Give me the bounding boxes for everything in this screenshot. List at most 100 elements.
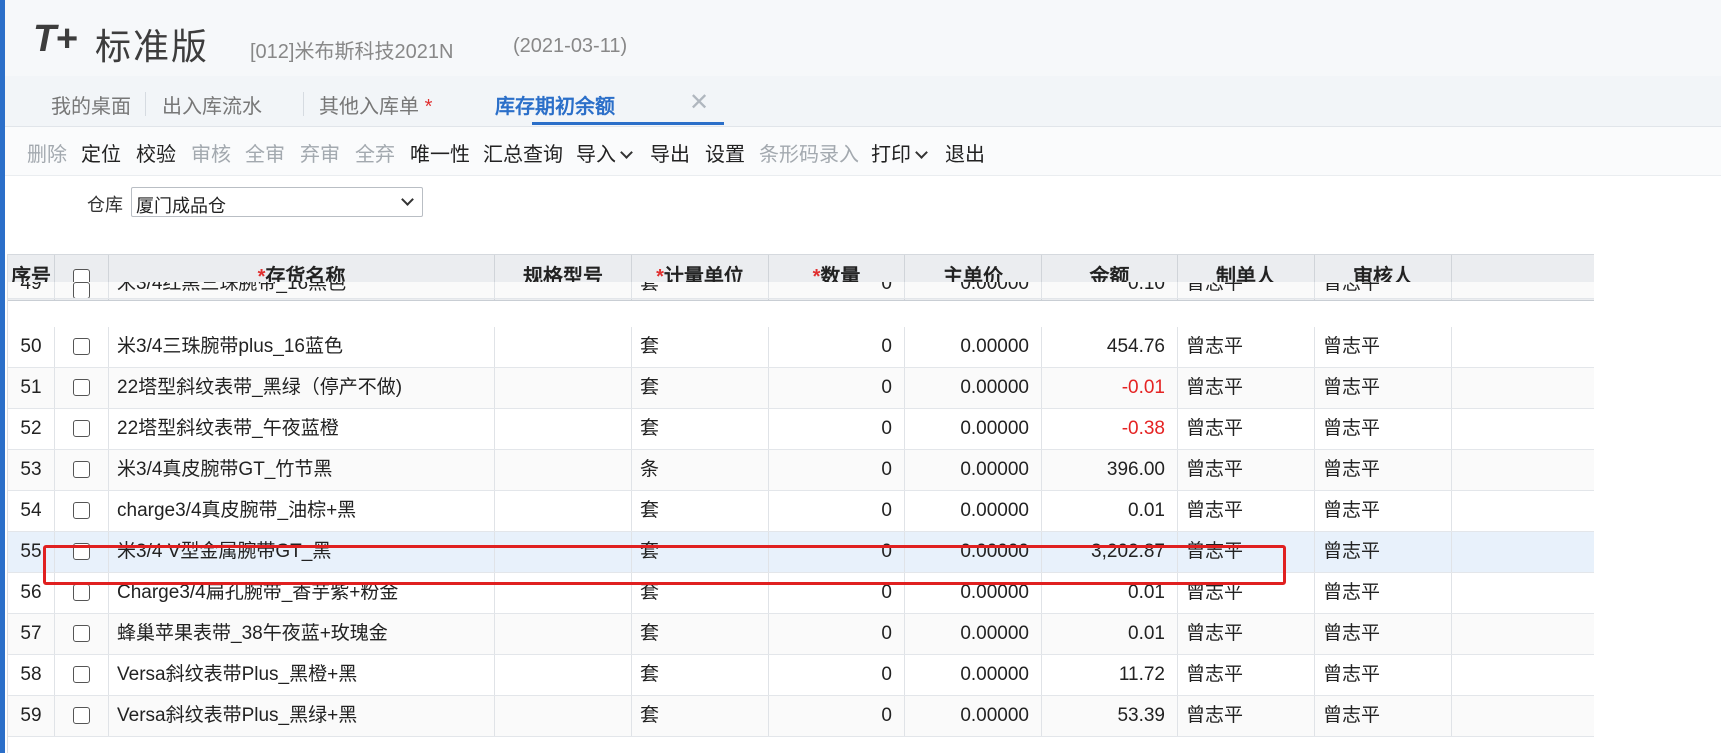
cell-qty[interactable]: 0 [769, 282, 905, 298]
cell-unit[interactable]: 套 [632, 614, 769, 654]
table-row[interactable]: 55 米3/4 V型金属腕带GT_黑套 0 0.00000 3,202.87 曾志平 曾志平 [8, 532, 1594, 573]
validate-button[interactable]: 校验 [136, 138, 176, 167]
print-button[interactable]: 打印 [871, 138, 928, 167]
tab-opening-balance[interactable]: 库存期初余额 [495, 90, 615, 119]
table-row[interactable]: 50 米3/4三珠腕带plus_16蓝色套 0 0.00000 454.76 曾志平 曾志平 [8, 327, 1594, 368]
cell-unit[interactable]: 套 [632, 532, 769, 572]
tab-other-inbound[interactable]: 其他入库单 * [319, 90, 432, 119]
cell-qty[interactable]: 0 [769, 573, 905, 613]
cell-maker[interactable]: 曾志平 [1178, 614, 1315, 654]
cell-item-name[interactable]: 米3/4红黑三珠腕带_16黑色 [109, 282, 495, 298]
cell-amount[interactable]: 0.01 [1042, 573, 1178, 613]
cell-unit-price[interactable]: 0.00000 [905, 409, 1042, 449]
cell-spec[interactable] [495, 282, 632, 298]
cell-unit[interactable]: 套 [632, 655, 769, 695]
cell-auditor[interactable]: 曾志平 [1315, 450, 1452, 490]
cell-no[interactable]: 52 [8, 409, 55, 449]
cell-spec[interactable] [495, 655, 632, 695]
audit-button[interactable]: 审核 [191, 138, 231, 167]
cell-unit-price[interactable]: 0.00000 [905, 573, 1042, 613]
cell-unit-price[interactable]: 0.00000 [905, 614, 1042, 654]
cell-maker[interactable]: 曾志平 [1178, 409, 1315, 449]
cell-no[interactable]: 55 [8, 532, 55, 572]
cell-qty[interactable]: 0 [769, 614, 905, 654]
summary-query-button[interactable]: 汇总查询 [483, 138, 563, 167]
cell-amount[interactable]: 454.76 [1042, 327, 1178, 367]
unaudit-all-button[interactable]: 全弃 [355, 138, 395, 167]
cell-spec[interactable] [495, 614, 632, 654]
cell-unit[interactable]: 条 [632, 450, 769, 490]
cell-unit-price[interactable]: 0.00000 [905, 491, 1042, 531]
cell-qty[interactable]: 0 [769, 327, 905, 367]
audit-all-button[interactable]: 全审 [245, 138, 285, 167]
cell-item-name[interactable]: Versa斜纹表带Plus_黑绿+黑 [109, 696, 495, 736]
cell-item-name[interactable]: 22塔型斜纹表带_午夜蓝橙 [109, 409, 495, 449]
row-checkbox[interactable] [73, 379, 90, 397]
row-checkbox[interactable] [73, 707, 90, 725]
cell-spec[interactable] [495, 327, 632, 367]
cell-maker[interactable]: 曾志平 [1178, 655, 1315, 695]
cell-maker[interactable]: 曾志平 [1178, 573, 1315, 613]
tab-my-desktop[interactable]: 我的桌面 [51, 90, 131, 119]
cell-no[interactable]: 54 [8, 491, 55, 531]
cell-no[interactable]: 57 [8, 614, 55, 654]
cell-spec[interactable] [495, 573, 632, 613]
import-button[interactable]: 导入 [576, 138, 633, 167]
cell-spec[interactable] [495, 368, 632, 408]
cell-no[interactable]: 51 [8, 368, 55, 408]
cell-spec[interactable] [495, 450, 632, 490]
cell-amount[interactable]: 0.01 [1042, 491, 1178, 531]
cell-no[interactable]: 58 [8, 655, 55, 695]
cell-spec[interactable] [495, 409, 632, 449]
cell-amount[interactable]: -0.38 [1042, 409, 1178, 449]
row-checkbox[interactable] [73, 461, 90, 479]
delete-button[interactable]: 删除 [27, 138, 67, 167]
cell-auditor[interactable]: 曾志平 [1315, 532, 1452, 572]
cell-maker[interactable]: 曾志平 [1178, 696, 1315, 736]
cell-unit-price[interactable]: 0.00000 [905, 532, 1042, 572]
cell-no[interactable]: 49 [8, 282, 55, 298]
cell-no[interactable]: 50 [8, 327, 55, 367]
cell-unit[interactable]: 套 [632, 573, 769, 613]
cell-item-name[interactable]: Charge3/4扁孔腕带_香芋紫+粉金 [109, 573, 495, 613]
row-checkbox[interactable] [73, 543, 90, 561]
warehouse-select[interactable]: 厦门成品仓 [131, 187, 423, 217]
cell-maker[interactable]: 曾志平 [1178, 491, 1315, 531]
cell-amount[interactable]: 53.39 [1042, 696, 1178, 736]
uniqueness-button[interactable]: 唯一性 [410, 138, 470, 167]
row-checkbox[interactable] [73, 666, 90, 684]
row-checkbox[interactable] [73, 625, 90, 643]
cell-auditor[interactable]: 曾志平 [1315, 614, 1452, 654]
cell-qty[interactable]: 0 [769, 491, 905, 531]
cell-unit-price[interactable]: 0.00000 [905, 450, 1042, 490]
table-row[interactable]: 52 22塔型斜纹表带_午夜蓝橙套 0 0.00000 -0.38 曾志平 曾志平 [8, 409, 1594, 450]
table-row[interactable]: 58 Versa斜纹表带Plus_黑橙+黑套 0 0.00000 11.72 曾志平 曾志平 [8, 655, 1594, 696]
cell-unit-price[interactable]: 0.00000 [905, 282, 1042, 298]
table-row[interactable]: 59 Versa斜纹表带Plus_黑绿+黑套 0 0.00000 53.39 曾志平 曾志平 [8, 696, 1594, 737]
cell-spec[interactable] [495, 491, 632, 531]
barcode-entry-button[interactable]: 条形码录入 [759, 138, 859, 167]
cell-spec[interactable] [495, 696, 632, 736]
cell-item-name[interactable]: charge3/4真皮腕带_油棕+黑 [109, 491, 495, 531]
cell-unit[interactable]: 套 [632, 696, 769, 736]
cell-qty[interactable]: 0 [769, 368, 905, 408]
cell-auditor[interactable]: 曾志平 [1315, 327, 1452, 367]
cell-item-name[interactable]: 米3/4三珠腕带plus_16蓝色 [109, 327, 495, 367]
row-checkbox[interactable] [73, 502, 90, 520]
locate-button[interactable]: 定位 [81, 138, 121, 167]
exit-button[interactable]: 退出 [945, 138, 985, 167]
cell-item-name[interactable]: 蜂巢苹果表带_38午夜蓝+玫瑰金 [109, 614, 495, 654]
cell-item-name[interactable]: 米3/4真皮腕带GT_竹节黑 [109, 450, 495, 490]
cell-qty[interactable]: 0 [769, 409, 905, 449]
table-row[interactable]: 49 米3/4红黑三珠腕带_16黑色套 0 0.00000 0.10 曾志平 曾志平 [8, 282, 1594, 299]
table-row[interactable]: 53 米3/4真皮腕带GT_竹节黑条 0 0.00000 396.00 曾志平 曾志平 [8, 450, 1594, 491]
cell-auditor[interactable]: 曾志平 [1315, 696, 1452, 736]
cell-unit[interactable]: 套 [632, 409, 769, 449]
cell-auditor[interactable]: 曾志平 [1315, 282, 1452, 298]
cell-unit-price[interactable]: 0.00000 [905, 655, 1042, 695]
tab-stock-flow[interactable]: 出入库流水 [162, 90, 262, 119]
cell-auditor[interactable]: 曾志平 [1315, 368, 1452, 408]
cell-qty[interactable]: 0 [769, 655, 905, 695]
cell-unit[interactable]: 套 [632, 282, 769, 298]
cell-unit[interactable]: 套 [632, 491, 769, 531]
